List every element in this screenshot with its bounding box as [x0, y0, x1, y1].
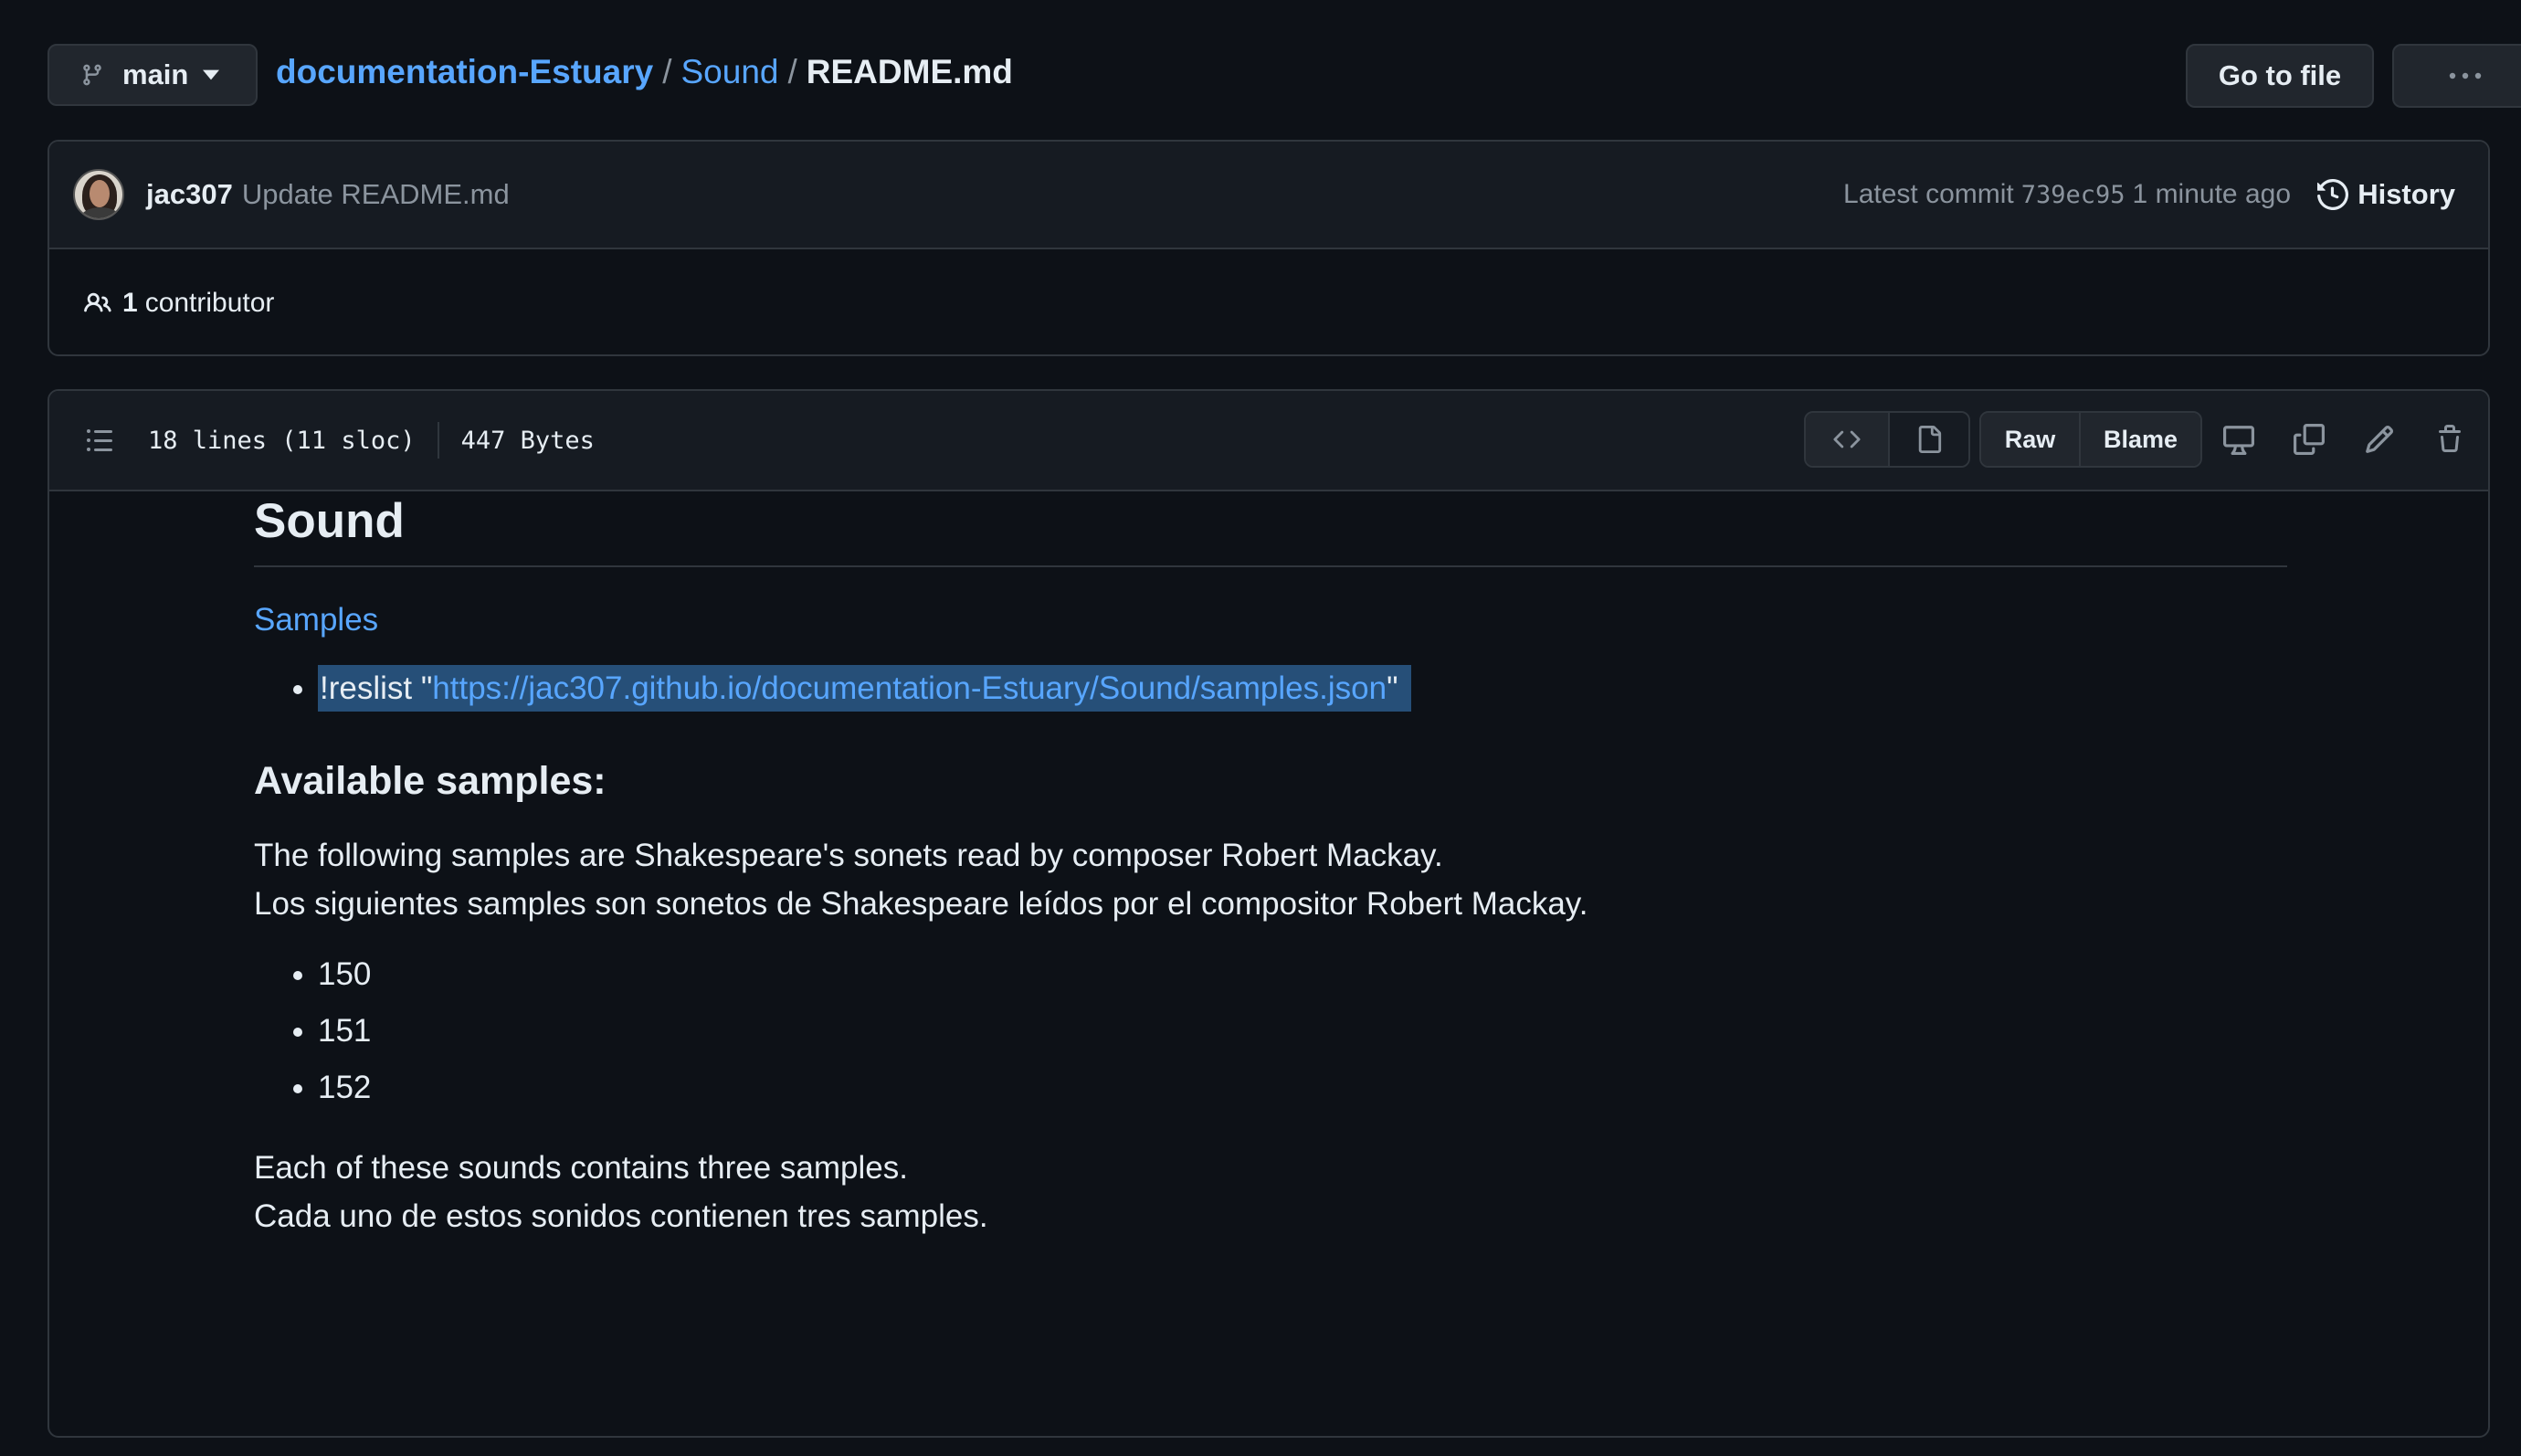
rendered-view-button[interactable] [1888, 413, 1968, 466]
raw-button[interactable]: Raw [1981, 413, 2080, 466]
list-item: 151 [318, 1003, 2287, 1060]
commit-time: 1 minute ago [2132, 179, 2291, 209]
more-options-button[interactable] [2392, 44, 2521, 108]
contributors-count: 1 [122, 287, 138, 318]
reslist-list: !reslist "https://jac307.github.io/docum… [254, 660, 2287, 717]
source-view-button[interactable] [1806, 413, 1888, 466]
trash-icon [2439, 425, 2461, 452]
intro-spanish: Los siguientes samples son sonetos de Sh… [254, 886, 1588, 922]
commit-message-link[interactable]: Update README.md [242, 178, 510, 211]
outro-paragraph: Each of these sounds contains three samp… [254, 1144, 2287, 1240]
latest-commit-box: jac307 Update README.md Latest commit 73… [47, 140, 2490, 356]
list-item: 152 [318, 1060, 2287, 1116]
divider [437, 422, 439, 459]
edit-button[interactable] [2357, 417, 2402, 462]
commit-author-link[interactable]: jac307 [146, 178, 233, 211]
contributors-label: contributor [144, 287, 275, 318]
chevron-down-icon [203, 69, 220, 80]
people-icon [84, 292, 111, 311]
line-count: 18 lines (11 sloc) [148, 426, 416, 455]
readme-title: Sound [254, 484, 2287, 567]
samples-list: 150 151 152 [254, 946, 2287, 1116]
history-link[interactable]: History [2317, 142, 2455, 248]
copy-button[interactable] [2286, 417, 2332, 462]
history-label: History [2358, 178, 2455, 210]
view-mode-toggle [1804, 411, 1970, 468]
reslist-url-link[interactable]: https://jac307.github.io/documentation-E… [432, 670, 1387, 706]
commit-meta: Latest commit 739ec95 1 minute ago [1843, 142, 2291, 248]
branch-name: main [122, 58, 189, 90]
outro-english: Each of these sounds contains three samp… [254, 1150, 908, 1186]
file-header: 18 lines (11 sloc) 447 Bytes Raw Blame [49, 391, 2488, 491]
latest-commit-label: Latest commit [1843, 179, 2014, 209]
list-item: 150 [318, 946, 2287, 1003]
breadcrumb-repo-link[interactable]: documentation-Estuary [276, 53, 653, 90]
breadcrumb-separator: / [787, 53, 797, 90]
breadcrumb-current-file: README.md [806, 53, 1013, 90]
blame-button[interactable]: Blame [2079, 413, 2200, 466]
file-icon [1918, 426, 1942, 453]
samples-link[interactable]: Samples [254, 602, 2287, 638]
intro-paragraph: The following samples are Shakespeare's … [254, 831, 2287, 928]
file-info: 18 lines (11 sloc) 447 Bytes [148, 391, 595, 490]
pencil-icon [2366, 425, 2394, 453]
kebab-horizontal-icon [2449, 72, 2481, 79]
outro-spanish: Cada uno de estos sonidos contienen tres… [254, 1198, 988, 1234]
delete-button[interactable] [2427, 417, 2473, 462]
reslist-suffix: " [1387, 670, 1398, 706]
intro-english: The following samples are Shakespeare's … [254, 838, 1443, 873]
git-branch-icon [83, 64, 101, 86]
table-of-contents-icon[interactable] [84, 426, 115, 455]
contributors-row[interactable]: 1 contributor [49, 249, 2488, 354]
commit-row: jac307 Update README.md Latest commit 73… [49, 142, 2488, 249]
breadcrumb: documentation-Estuary / Sound / README.md [276, 53, 1013, 91]
readme-content: Sound Samples !reslist "https://jac307.g… [254, 484, 2287, 1240]
raw-blame-group: Raw Blame [1979, 411, 2202, 468]
desktop-icon [2223, 426, 2254, 455]
history-icon [2317, 179, 2349, 210]
list-item: !reslist "https://jac307.github.io/docum… [318, 660, 2287, 717]
code-icon [1833, 430, 1861, 448]
copy-icon [2294, 424, 2325, 455]
available-samples-heading: Available samples: [254, 759, 607, 803]
go-to-file-button[interactable]: Go to file [2186, 44, 2374, 108]
breadcrumb-separator: / [662, 53, 672, 90]
avatar[interactable] [73, 169, 124, 220]
file-content-box: 18 lines (11 sloc) 447 Bytes Raw Blame S… [47, 389, 2490, 1438]
branch-selector-button[interactable]: main [47, 44, 258, 106]
commit-sha-link[interactable]: 739ec95 [2021, 181, 2125, 209]
file-size: 447 Bytes [460, 426, 595, 455]
open-desktop-button[interactable] [2216, 417, 2262, 462]
file-navigation-bar: main documentation-Estuary / Sound / README.… [47, 44, 2521, 108]
selected-text: !reslist "https://jac307.github.io/docum… [318, 665, 1411, 712]
breadcrumb-folder-link[interactable]: Sound [681, 53, 779, 90]
reslist-prefix: !reslist " [320, 670, 433, 706]
